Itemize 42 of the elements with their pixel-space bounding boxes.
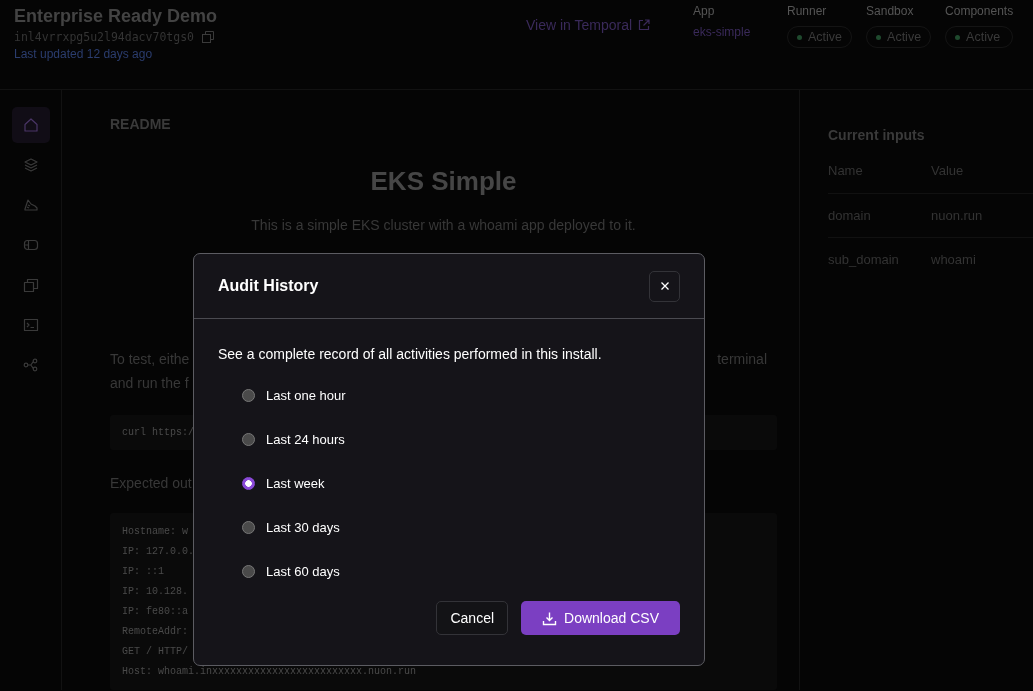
code-line: IP: fe80::a [122,605,188,619]
download-csv-button[interactable]: Download CSV [521,601,680,635]
status-label: Runner [787,4,828,18]
dialog-title: Audit History [218,277,319,295]
readme-title: EKS Simple [370,166,517,197]
code-line: IP: 10.128. [122,585,188,599]
time-range-option[interactable]: Last week [242,461,680,505]
code-line: IP: ::1 [122,565,164,579]
time-range-option[interactable]: Last 24 hours [242,417,680,461]
app-label: App [693,4,716,18]
nodes-icon [22,357,39,373]
shoe-icon [22,197,39,213]
layers-icon [22,157,39,173]
dialog-description: See a complete record of all activities performed in this install. [218,346,603,362]
code-line: curl https:/ [122,427,194,438]
status-label: Sandbox [866,4,915,18]
code-line: IP: 127.0.0. [122,545,194,559]
home-icon [22,117,39,133]
time-range-option[interactable]: Last one hour [242,373,680,417]
windows-icon [22,277,39,293]
close-button[interactable] [649,270,680,302]
radio-button[interactable] [242,388,255,402]
status-label: Components [945,4,1014,18]
time-range-option[interactable]: Last 30 days [242,505,680,549]
radio-button[interactable] [242,520,255,534]
radio-button[interactable] [242,476,255,490]
code-line: RemoteAddr: [122,625,188,639]
code-line: GET / HTTP/ [122,645,188,659]
radio-button[interactable] [242,432,255,446]
code-line: Hostname: w [122,525,188,539]
close-icon [659,281,670,291]
copy-icon[interactable] [202,31,214,43]
terminal-icon [22,317,39,333]
code-line: Host: whoami.inxxxxxxxxxxxxxxxxxxxxxxxxx.nuon.run [122,665,417,679]
last-updated-text: Last updated 12 days ago [14,47,154,61]
external-link-icon [638,19,651,31]
download-icon [542,610,558,626]
radio-button[interactable] [242,564,255,578]
time-range-option[interactable]: Last 60 days [242,549,680,593]
cancel-button[interactable]: Cancel [436,601,509,635]
home-nav-button[interactable] [11,107,50,143]
page-title: Enterprise Ready Demo [14,5,219,28]
